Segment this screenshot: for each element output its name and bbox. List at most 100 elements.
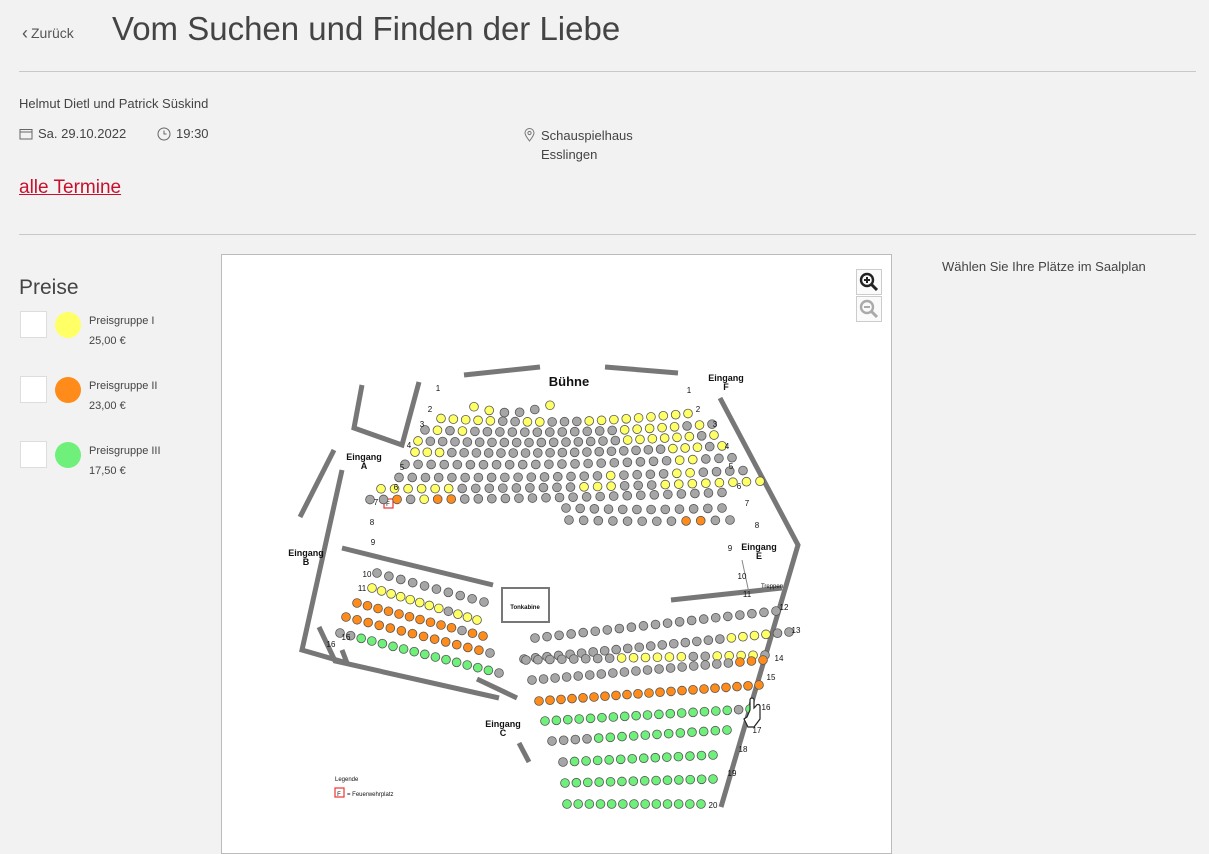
seat	[584, 416, 595, 426]
seat	[534, 696, 544, 706]
seat	[589, 504, 600, 514]
seat	[772, 628, 783, 638]
firewatch-seat	[383, 498, 394, 509]
back-link[interactable]: ‹ Zurück	[22, 23, 74, 44]
seat	[433, 472, 444, 483]
stage-wall-right	[604, 364, 679, 376]
price-group-checkbox[interactable]	[20, 441, 47, 468]
seat	[645, 641, 656, 651]
seat	[504, 459, 515, 470]
seat	[633, 688, 643, 699]
seat	[617, 776, 627, 787]
seat	[426, 459, 436, 470]
price-group-checkbox[interactable]	[20, 311, 47, 338]
seat	[407, 577, 418, 588]
seat	[596, 458, 607, 468]
seat	[698, 614, 709, 624]
seat	[644, 423, 655, 434]
seat	[462, 660, 473, 670]
row-number: 5	[729, 462, 734, 471]
seat	[595, 491, 605, 502]
seat	[728, 477, 738, 488]
seat	[580, 653, 591, 664]
seat	[708, 750, 718, 760]
seat	[467, 628, 478, 639]
seat	[622, 516, 633, 526]
control-booth	[501, 587, 550, 623]
seat	[500, 472, 510, 483]
seat	[557, 427, 568, 437]
seat	[662, 752, 672, 762]
seat	[473, 472, 484, 483]
seat	[373, 603, 383, 614]
seat	[631, 710, 641, 721]
seat	[430, 652, 441, 662]
seat	[569, 426, 580, 437]
wall-entrance-c	[516, 741, 532, 764]
row-number: 7	[374, 498, 379, 507]
seat	[409, 646, 420, 657]
seat	[459, 447, 469, 458]
seat	[374, 620, 385, 631]
seat	[560, 778, 570, 788]
price-group-checkbox[interactable]	[20, 376, 47, 403]
seat	[700, 651, 711, 662]
seat	[474, 645, 484, 656]
seat	[443, 606, 454, 617]
seat	[685, 774, 696, 785]
seat	[747, 608, 757, 619]
seat	[711, 466, 722, 477]
seat	[668, 638, 679, 649]
seat	[538, 482, 549, 493]
event-date-text: Sa. 29.10.2022	[38, 126, 127, 141]
all-dates-link[interactable]: alle Termine	[19, 177, 121, 199]
seat	[511, 483, 522, 493]
seat	[571, 777, 582, 788]
seat	[363, 617, 373, 628]
row-number: 3	[713, 420, 718, 429]
seat	[572, 416, 582, 427]
seat	[545, 695, 555, 706]
seat	[683, 408, 693, 419]
zoom-in-button[interactable]	[856, 269, 882, 295]
row-number: 11	[358, 584, 367, 593]
seat	[599, 645, 610, 656]
seat	[367, 583, 377, 593]
row-number: 13	[792, 626, 801, 635]
seat	[473, 662, 483, 673]
seat	[557, 654, 567, 665]
seat	[680, 637, 691, 648]
seat	[556, 694, 566, 705]
seat	[335, 628, 345, 638]
row-number: 3	[420, 420, 425, 429]
seat	[685, 799, 695, 809]
seat	[688, 651, 699, 662]
prices-heading: Preise	[19, 276, 79, 299]
entrance-c-letter: C	[500, 728, 507, 738]
seat	[761, 629, 771, 640]
seat	[589, 692, 599, 702]
seat	[514, 407, 525, 418]
hall-map: BühneTonkabineTreppenEingangAEingangBEin…	[288, 364, 801, 810]
seat	[703, 503, 713, 514]
seat	[701, 454, 711, 464]
seat	[603, 504, 614, 514]
seat	[542, 631, 552, 642]
seat	[658, 410, 669, 421]
seat-plan[interactable]: Bühne Tonkabine Treppen Eingang A Eingang B Ein…	[221, 254, 892, 854]
seat	[400, 459, 410, 470]
seat	[356, 633, 367, 644]
seat	[696, 799, 706, 809]
row-number: 8	[370, 518, 375, 527]
seat	[622, 490, 633, 501]
seat	[395, 574, 406, 585]
seat	[582, 426, 593, 437]
seat	[674, 616, 685, 627]
zoom-out-button[interactable]	[856, 296, 882, 322]
seat	[530, 633, 540, 643]
seat	[727, 452, 737, 463]
seat	[352, 598, 362, 608]
seat	[735, 657, 745, 667]
seat	[376, 483, 386, 494]
seat	[474, 437, 485, 448]
